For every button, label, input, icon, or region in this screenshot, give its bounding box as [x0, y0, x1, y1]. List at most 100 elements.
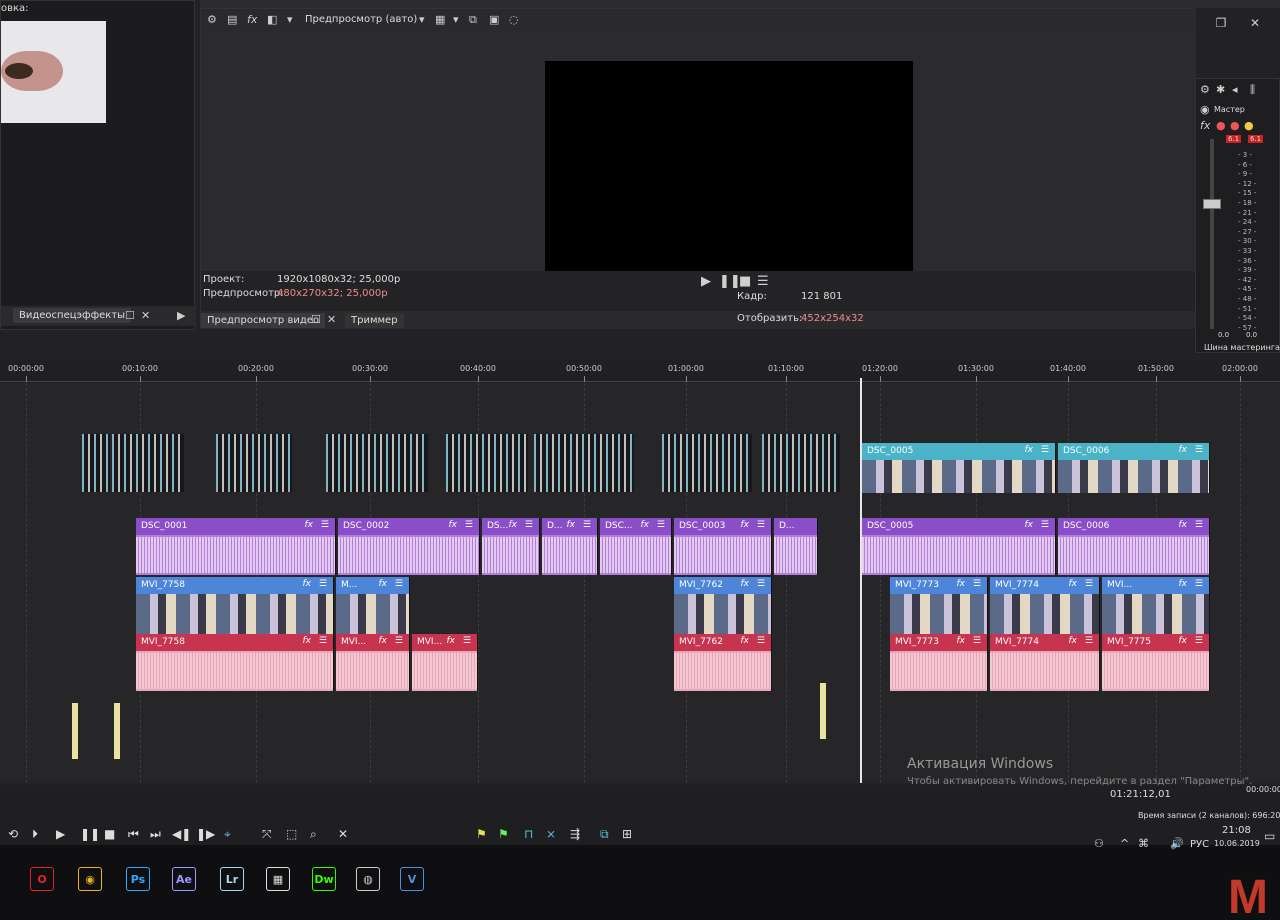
- clip-menu-icon[interactable]: ☰: [463, 636, 471, 646]
- red-audio-clip[interactable]: MVI_7775 fx ☰: [1102, 634, 1210, 691]
- clock-date[interactable]: 10.06.2019: [1214, 839, 1260, 848]
- fx-icon[interactable]: fx: [1025, 520, 1034, 530]
- clip-menu-icon[interactable]: ☰: [657, 520, 665, 530]
- solo-icon[interactable]: ●: [1216, 119, 1226, 133]
- tray-expand-icon[interactable]: ^: [1120, 837, 1129, 850]
- event-marker[interactable]: [72, 703, 78, 759]
- normal-edit-tool-icon[interactable]: ⌖: [224, 827, 231, 842]
- clip-menu-icon[interactable]: ☰: [973, 636, 981, 646]
- purple-audio-clip[interactable]: DSC_0006 fx ☰: [1058, 518, 1210, 575]
- opera-icon[interactable]: O: [30, 867, 54, 891]
- purple-audio-clip[interactable]: DSC... fx ☰: [600, 518, 672, 575]
- purple-audio-clip[interactable]: DS... fx ☰: [482, 518, 540, 575]
- event-marker[interactable]: [820, 683, 826, 739]
- event-marker[interactable]: [114, 703, 120, 759]
- fx-icon[interactable]: fx: [1179, 579, 1188, 589]
- overlays-icon[interactable]: ▦: [435, 13, 445, 27]
- red-audio-clip[interactable]: MVI... fx ☰: [412, 634, 478, 691]
- input-language[interactable]: РУС: [1190, 839, 1209, 850]
- properties-icon[interactable]: ▤: [227, 13, 237, 27]
- tab-mastering-bus[interactable]: Шина мастеринга: [1204, 343, 1280, 352]
- ignore-grouping-icon[interactable]: ⊞: [622, 827, 632, 841]
- video-clip[interactable]: MVI... fx ☰: [1102, 577, 1210, 634]
- lightroom-icon[interactable]: Lr: [220, 867, 244, 891]
- photoshop-icon[interactable]: Ps: [126, 867, 150, 891]
- delete-icon[interactable]: ✕: [338, 827, 348, 841]
- vegas-icon[interactable]: V: [400, 867, 424, 891]
- clip-menu-icon[interactable]: ☰: [757, 579, 765, 589]
- fx-icon[interactable]: fx: [1069, 579, 1078, 589]
- close-tab-icon[interactable]: ✕: [141, 309, 150, 323]
- prev-frame-icon[interactable]: ◀❚: [172, 827, 191, 841]
- video-clip[interactable]: MVI_7774 fx ☰: [990, 577, 1100, 634]
- video-clip[interactable]: MVI_7773 fx ☰: [890, 577, 988, 634]
- collapsed-video-clip[interactable]: [662, 434, 752, 492]
- loop-icon[interactable]: ⟲: [8, 827, 18, 841]
- preview-quality-select[interactable]: Предпросмотр (авто): [305, 14, 417, 25]
- marker-icon[interactable]: ⚑: [476, 827, 487, 841]
- scroll-right-icon[interactable]: ▶: [177, 309, 185, 323]
- tab-preview-video[interactable]: Предпросмотр видео: [201, 313, 326, 328]
- fx-icon[interactable]: fx: [1179, 445, 1188, 455]
- purple-audio-clip[interactable]: DSC_0001 fx ☰: [136, 518, 336, 575]
- chevron-down-icon[interactable]: ▾: [453, 13, 459, 27]
- snapping-icon[interactable]: ⊓: [524, 827, 533, 841]
- undock-icon[interactable]: ☐: [125, 309, 135, 323]
- record-icon[interactable]: ◉: [1200, 103, 1210, 117]
- copy-snapshot-icon[interactable]: ⧉: [469, 13, 477, 27]
- video-clip[interactable]: MVI_7762 fx ☰: [674, 577, 772, 634]
- dreamweaver-icon[interactable]: Dw: [312, 867, 336, 891]
- purple-audio-clip[interactable]: DSC_0003 fx ☰: [674, 518, 772, 575]
- fx-icon[interactable]: fx: [1200, 119, 1210, 133]
- purple-audio-clip[interactable]: D...: [774, 518, 818, 575]
- collapsed-video-clip[interactable]: [534, 434, 634, 492]
- collapsed-video-clip[interactable]: [446, 434, 528, 492]
- undock-icon[interactable]: ☐: [311, 313, 321, 327]
- clip-menu-icon[interactable]: ☰: [583, 520, 591, 530]
- clock-time[interactable]: 21:08: [1222, 825, 1251, 836]
- fx-icon[interactable]: fx: [741, 579, 750, 589]
- red-audio-clip[interactable]: MVI_7758 fx ☰: [136, 634, 334, 691]
- clip-menu-icon[interactable]: ☰: [757, 636, 765, 646]
- network-icon[interactable]: ⌘: [1138, 837, 1149, 850]
- notifications-icon[interactable]: ▭: [1264, 829, 1275, 843]
- clip-menu-icon[interactable]: ☰: [525, 520, 533, 530]
- media-thumbnail[interactable]: [1, 21, 106, 123]
- go-to-start-icon[interactable]: ⏮: [128, 827, 139, 842]
- clip-menu-icon[interactable]: ☰: [321, 520, 329, 530]
- top-video-clip[interactable]: DSC_0005 fx ☰: [862, 443, 1056, 493]
- timeline-ruler[interactable]: 00:00:00 00:10:00 00:20:00 00:30:00 00:40:00…: [0, 360, 1280, 382]
- fx-icon[interactable]: fx: [449, 520, 458, 530]
- play-from-start-icon[interactable]: ⏵: [32, 827, 38, 842]
- stop-icon[interactable]: ■: [104, 827, 115, 841]
- fx-icon[interactable]: fx: [303, 636, 312, 646]
- clip-menu-icon[interactable]: ☰: [465, 520, 473, 530]
- clip-menu-icon[interactable]: ☰: [1085, 579, 1093, 589]
- settings-icon[interactable]: ⚙: [207, 13, 217, 27]
- fx-icon[interactable]: fx: [509, 520, 518, 530]
- envelope-tool-icon[interactable]: ⤧: [262, 827, 272, 842]
- close-tab-icon[interactable]: ✕: [327, 313, 336, 327]
- red-audio-clip[interactable]: MVI_7774 fx ☰: [990, 634, 1100, 691]
- clip-menu-icon[interactable]: ☰: [1041, 445, 1049, 455]
- collapsed-video-clip[interactable]: [762, 434, 840, 492]
- fx-icon[interactable]: fx: [305, 520, 314, 530]
- stop-icon[interactable]: ■: [739, 275, 751, 289]
- red-audio-clip[interactable]: MVI... fx ☰: [336, 634, 410, 691]
- playhead-cursor[interactable]: [860, 378, 862, 783]
- clip-menu-icon[interactable]: ☰: [1085, 636, 1093, 646]
- maximize-icon[interactable]: ❐: [1204, 16, 1238, 30]
- chrome-icon[interactable]: ◉: [78, 867, 102, 891]
- timeline-tracks[interactable]: DSC_0005 fx ☰ DSC_0006 fx ☰ DSC_0001 fx ☰ DSC_000…: [0, 383, 1280, 783]
- mute-icon[interactable]: ✱: [1216, 83, 1225, 97]
- clip-menu-icon[interactable]: ☰: [1041, 520, 1049, 530]
- collapsed-video-clip[interactable]: [326, 434, 428, 492]
- fx-icon[interactable]: fx: [741, 520, 750, 530]
- purple-audio-clip[interactable]: D... fx ☰: [542, 518, 598, 575]
- save-snapshot-icon[interactable]: ▣: [489, 13, 499, 27]
- auto-crossfade-icon[interactable]: ⨯: [546, 827, 556, 841]
- collapsed-video-clip[interactable]: [216, 434, 292, 492]
- fx-icon[interactable]: fx: [247, 13, 257, 27]
- volume-fader-track[interactable]: [1210, 139, 1214, 329]
- fx-icon[interactable]: fx: [379, 636, 388, 646]
